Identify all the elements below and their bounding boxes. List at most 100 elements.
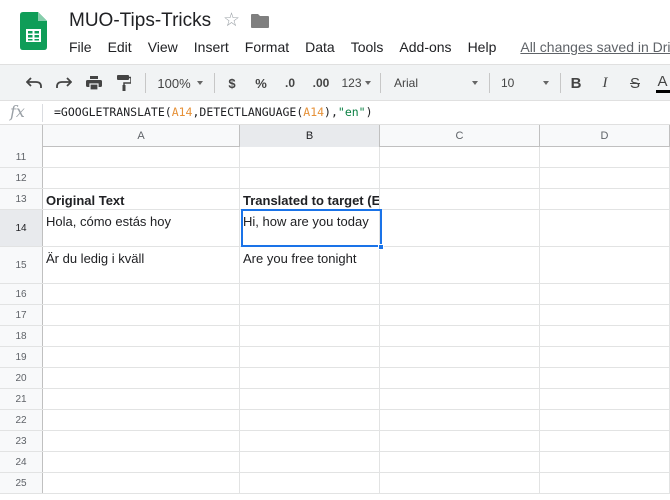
cell-c15[interactable] — [380, 247, 540, 283]
cell-a22[interactable] — [43, 410, 240, 430]
cell-a24[interactable] — [43, 452, 240, 472]
cell-a11[interactable] — [43, 147, 240, 167]
document-title[interactable]: MUO-Tips-Tricks — [69, 10, 211, 32]
cell-a16[interactable] — [43, 284, 240, 304]
column-header-c[interactable]: C — [380, 125, 540, 147]
bold-button[interactable]: B — [566, 65, 586, 101]
fill-handle[interactable] — [378, 244, 384, 250]
cell-a18[interactable] — [43, 326, 240, 346]
cell-c17[interactable] — [380, 305, 540, 325]
percent-format-button[interactable]: % — [251, 65, 271, 101]
row-header-19[interactable]: 19 — [0, 347, 43, 367]
font-size-select[interactable]: 10 — [495, 65, 555, 101]
row-header-17[interactable]: 17 — [0, 305, 43, 325]
sheets-logo-icon[interactable] — [20, 12, 47, 50]
italic-button[interactable]: I — [595, 65, 615, 101]
more-formats-select[interactable]: 123 — [338, 65, 374, 101]
cell-b19[interactable] — [240, 347, 380, 367]
cell-a14[interactable]: Hola, cómo estás hoy — [43, 210, 240, 246]
currency-format-button[interactable]: $ — [222, 65, 242, 101]
cell-b22[interactable] — [240, 410, 380, 430]
row-header-21[interactable]: 21 — [0, 389, 43, 409]
row-header-22[interactable]: 22 — [0, 410, 43, 430]
cell-b14[interactable]: Hi, how are you today — [240, 210, 380, 246]
folder-icon[interactable] — [251, 14, 269, 28]
cell-b11[interactable] — [240, 147, 380, 167]
menu-help[interactable]: Help — [460, 38, 505, 58]
cell-b12[interactable] — [240, 168, 380, 188]
increase-decimals-button[interactable]: .00 — [308, 65, 334, 101]
row-header-15[interactable]: 15 — [0, 247, 43, 283]
save-status-link[interactable]: All changes saved in Drive — [504, 38, 670, 58]
cell-a19[interactable] — [43, 347, 240, 367]
cell-a15[interactable]: Är du ledig i kväll — [43, 247, 240, 283]
cell-d16[interactable] — [540, 284, 670, 304]
cell-d14[interactable] — [540, 210, 670, 246]
font-family-select[interactable]: Arial — [388, 65, 484, 101]
cell-c24[interactable] — [380, 452, 540, 472]
redo-icon[interactable] — [52, 65, 76, 101]
cell-a25[interactable] — [43, 473, 240, 493]
cell-a20[interactable] — [43, 368, 240, 388]
row-header-13[interactable]: 13 — [0, 189, 43, 209]
cell-c20[interactable] — [380, 368, 540, 388]
cell-c11[interactable] — [380, 147, 540, 167]
cell-b13[interactable]: Translated to target (English) — [240, 189, 380, 209]
menu-view[interactable]: View — [140, 38, 186, 58]
cell-d11[interactable] — [540, 147, 670, 167]
row-header-18[interactable]: 18 — [0, 326, 43, 346]
cell-d12[interactable] — [540, 168, 670, 188]
cell-c12[interactable] — [380, 168, 540, 188]
row-header-11[interactable]: 11 — [0, 147, 43, 167]
formula-input[interactable]: =GOOGLETRANSLATE(A14,DETECTLANGUAGE(A14)… — [54, 105, 373, 119]
cell-c14[interactable] — [380, 210, 540, 246]
cell-a12[interactable] — [43, 168, 240, 188]
column-header-d[interactable]: D — [540, 125, 670, 147]
cell-a23[interactable] — [43, 431, 240, 451]
text-color-button[interactable]: A — [655, 65, 670, 101]
menu-edit[interactable]: Edit — [100, 38, 140, 58]
row-header-23[interactable]: 23 — [0, 431, 43, 451]
decrease-decimals-button[interactable]: .0 — [279, 65, 301, 101]
cell-d25[interactable] — [540, 473, 670, 493]
cell-c16[interactable] — [380, 284, 540, 304]
cell-d23[interactable] — [540, 431, 670, 451]
cell-c21[interactable] — [380, 389, 540, 409]
cell-b20[interactable] — [240, 368, 380, 388]
cell-b18[interactable] — [240, 326, 380, 346]
row-header-25[interactable]: 25 — [0, 473, 43, 493]
column-header-a[interactable]: A — [43, 125, 240, 147]
cell-d20[interactable] — [540, 368, 670, 388]
cell-c23[interactable] — [380, 431, 540, 451]
cell-d15[interactable] — [540, 247, 670, 283]
undo-icon[interactable] — [22, 65, 46, 101]
zoom-select[interactable]: 100% — [152, 65, 208, 101]
row-header-24[interactable]: 24 — [0, 452, 43, 472]
cell-d19[interactable] — [540, 347, 670, 367]
cell-d22[interactable] — [540, 410, 670, 430]
row-header-14[interactable]: 14 — [0, 210, 43, 246]
cell-a17[interactable] — [43, 305, 240, 325]
cell-c25[interactable] — [380, 473, 540, 493]
row-header-12[interactable]: 12 — [0, 168, 43, 188]
cell-a13[interactable]: Original Text — [43, 189, 240, 209]
menu-add-ons[interactable]: Add-ons — [391, 38, 459, 58]
menu-file[interactable]: File — [61, 38, 100, 58]
cell-b17[interactable] — [240, 305, 380, 325]
select-all-corner[interactable] — [0, 125, 43, 147]
menu-format[interactable]: Format — [237, 38, 297, 58]
cell-b24[interactable] — [240, 452, 380, 472]
cell-a21[interactable] — [43, 389, 240, 409]
cell-b21[interactable] — [240, 389, 380, 409]
star-icon[interactable]: ☆ — [223, 10, 240, 32]
cell-c18[interactable] — [380, 326, 540, 346]
print-icon[interactable] — [82, 65, 106, 101]
cell-b16[interactable] — [240, 284, 380, 304]
cell-c13[interactable] — [380, 189, 540, 209]
menu-tools[interactable]: Tools — [343, 38, 392, 58]
cell-d17[interactable] — [540, 305, 670, 325]
column-header-b[interactable]: B — [240, 125, 380, 147]
cell-c22[interactable] — [380, 410, 540, 430]
cell-b15[interactable]: Are you free tonight — [240, 247, 380, 283]
row-header-16[interactable]: 16 — [0, 284, 43, 304]
